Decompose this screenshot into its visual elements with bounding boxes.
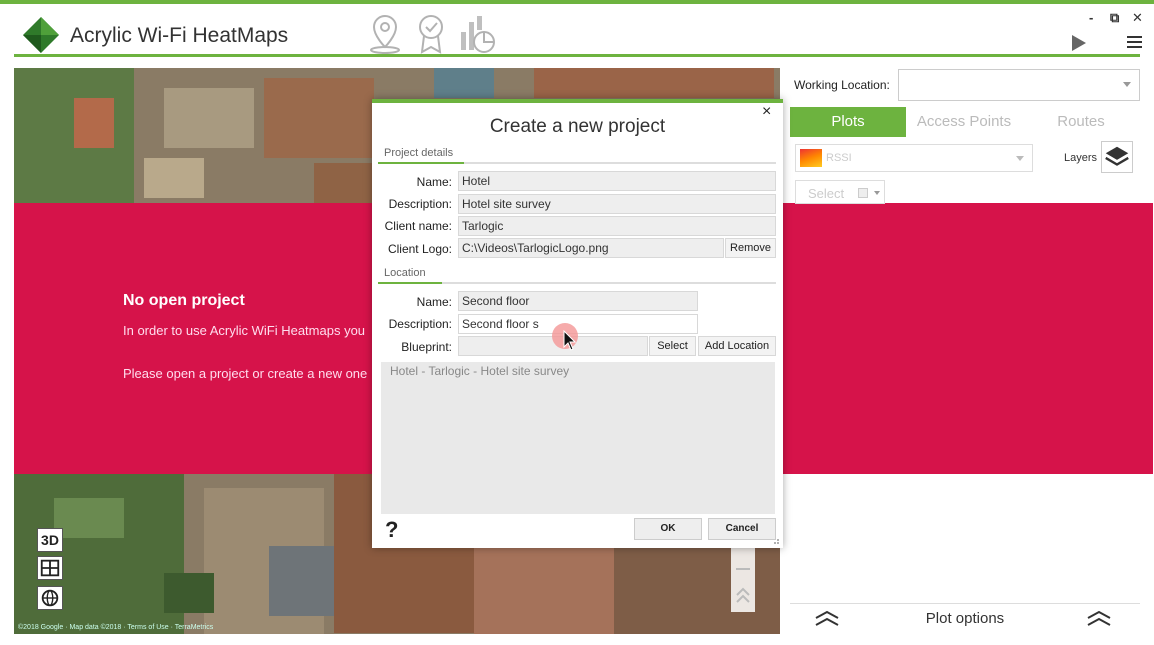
create-project-dialog: × Create a new project Project details N… — [372, 99, 783, 548]
app-window: Acrylic Wi-Fi HeatMaps - ⧉ ✕ 3D ©2018 Go… — [0, 0, 1154, 645]
map-3d-button[interactable]: 3D — [37, 528, 63, 552]
select-blueprint-button[interactable]: Select — [649, 336, 696, 356]
zoom-up-chevron-icon[interactable] — [736, 586, 750, 606]
location-description-input[interactable]: Second floor s — [458, 314, 698, 334]
map-attribution: ©2018 Google · Map data ©2018 · Terms of… — [18, 624, 214, 631]
tab-routes[interactable]: Routes — [1022, 107, 1140, 137]
minimize-button[interactable]: - — [1089, 10, 1093, 25]
locations-list[interactable] — [381, 362, 775, 514]
project-name-label: Name: — [416, 175, 452, 189]
help-button[interactable]: ? — [385, 517, 398, 543]
no-project-instruction: Please open a project or create a new on… — [123, 366, 368, 381]
dialog-accent-bar — [372, 99, 783, 103]
layers-label: Layers — [1064, 152, 1098, 164]
chevron-down-icon — [874, 191, 880, 195]
location-description-label: Description: — [388, 317, 452, 331]
tab-plots[interactable]: Plots — [790, 107, 906, 137]
app-title: Acrylic Wi-Fi HeatMaps — [70, 24, 289, 47]
ok-button[interactable]: OK — [634, 518, 702, 540]
no-project-banner-right — [781, 203, 1153, 474]
section-divider — [378, 282, 776, 284]
chevron-down-icon — [1123, 82, 1131, 87]
select-label: Select — [808, 186, 845, 201]
report-chart-icon[interactable] — [457, 12, 497, 56]
map-grid-icon[interactable] — [37, 556, 63, 580]
location-name-input[interactable]: Second floor — [458, 291, 698, 311]
play-icon[interactable] — [1070, 34, 1088, 52]
title-divider — [14, 54, 1140, 57]
remove-logo-button[interactable]: Remove — [725, 238, 776, 258]
right-panel-tabs: Plots Access Points Routes — [790, 107, 1140, 137]
layers-icon[interactable] — [1101, 141, 1133, 173]
add-location-button[interactable]: Add Location — [698, 336, 776, 356]
project-description-label: Description: — [388, 197, 452, 211]
chevron-down-icon — [1016, 156, 1024, 161]
working-location-label: Working Location: — [794, 78, 890, 92]
no-project-title: No open project — [123, 292, 245, 309]
no-project-message: In order to use Acrylic WiFi Heatmaps yo… — [123, 323, 366, 338]
title-bar: Acrylic Wi-Fi HeatMaps - ⧉ ✕ — [0, 4, 1154, 54]
cancel-button[interactable]: Cancel — [708, 518, 776, 540]
client-name-input[interactable]: Tarlogic — [458, 216, 776, 236]
plot-type-select[interactable]: RSSI — [795, 144, 1033, 172]
restore-button[interactable]: ⧉ — [1110, 10, 1119, 26]
checkbox-icon — [858, 188, 868, 198]
no-project-banner — [14, 203, 372, 474]
list-item[interactable]: Hotel - Tarlogic - Hotel site survey — [390, 364, 569, 378]
plot-type-value: RSSI — [826, 152, 852, 164]
location-pin-icon[interactable] — [365, 12, 405, 56]
map-zoom-control[interactable] — [731, 548, 755, 612]
app-logo-icon — [23, 17, 59, 53]
working-location-select[interactable] — [898, 69, 1140, 101]
zoom-out-icon[interactable] — [736, 568, 750, 570]
project-name-input[interactable]: Hotel — [458, 171, 776, 191]
client-logo-label: Client Logo: — [387, 242, 452, 256]
location-name-label: Name: — [416, 295, 452, 309]
select-dropdown[interactable]: Select — [795, 180, 885, 204]
client-logo-input[interactable]: C:\Videos\TarlogicLogo.png — [458, 238, 724, 258]
dialog-title: Create a new project — [489, 116, 666, 137]
expand-up-icon[interactable] — [1086, 609, 1112, 627]
section-divider — [378, 162, 776, 164]
close-button[interactable]: ✕ — [1132, 10, 1143, 26]
rssi-gradient-icon — [800, 149, 822, 167]
project-details-label: Project details — [384, 147, 454, 159]
resize-grip-icon[interactable] — [771, 536, 779, 544]
hamburger-menu-icon[interactable] — [1127, 35, 1142, 49]
client-name-label: Client name: — [384, 219, 452, 233]
project-description-input[interactable]: Hotel site survey — [458, 194, 776, 214]
certificate-icon[interactable] — [411, 12, 451, 56]
blueprint-label: Blueprint: — [401, 340, 452, 354]
globe-icon[interactable] — [37, 586, 63, 610]
tab-access-points[interactable]: Access Points — [906, 107, 1022, 137]
mouse-cursor-icon — [563, 330, 577, 351]
location-section-label: Location — [384, 267, 426, 279]
plot-options-bar[interactable]: Plot options — [790, 603, 1140, 631]
